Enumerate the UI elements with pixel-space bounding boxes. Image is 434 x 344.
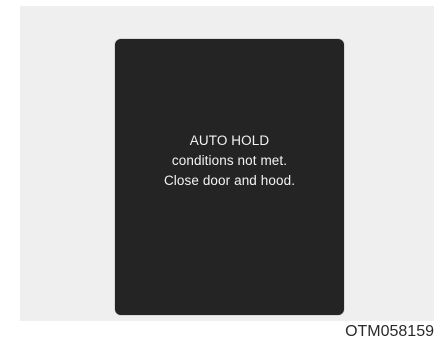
- message-line-3: Close door and hood.: [163, 173, 296, 188]
- message-line-1: AUTO HOLD: [189, 133, 270, 148]
- figure-code-label: OTM058159: [345, 323, 434, 340]
- message-line-2: conditions not met.: [171, 153, 288, 168]
- auto-hold-warning-message: AUTO HOLD conditions not met. Close door…: [115, 131, 344, 191]
- cluster-display-screen: AUTO HOLD conditions not met. Close door…: [115, 39, 344, 315]
